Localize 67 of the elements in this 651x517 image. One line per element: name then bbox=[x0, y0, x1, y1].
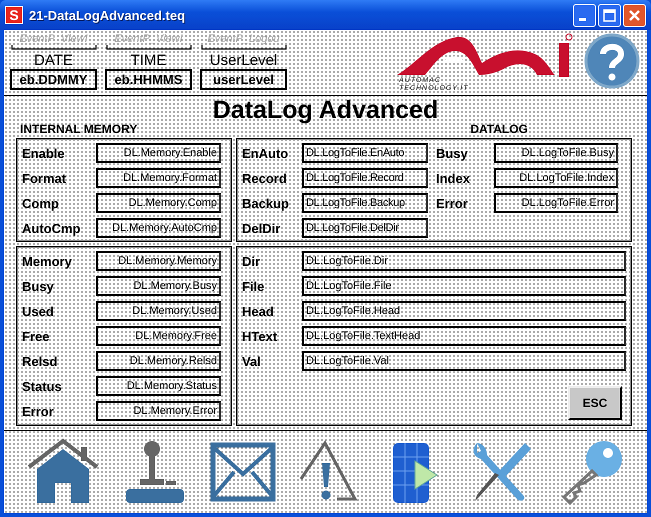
header-value-field[interactable]: eb.HHMMS bbox=[105, 69, 192, 90]
value-field[interactable]: DL.Memory.Relsd bbox=[96, 351, 221, 371]
value-field[interactable]: DL.LogToFile.Backup bbox=[302, 193, 428, 213]
value-field[interactable]: DL.Memory.Busy bbox=[96, 276, 221, 296]
field-label: Record bbox=[242, 170, 288, 186]
value-field[interactable]: DL.LogToFile.Error bbox=[494, 193, 618, 213]
value-field[interactable]: DL.LogToFile.Dir bbox=[302, 251, 626, 271]
header-value-field[interactable]: userLevel bbox=[200, 69, 287, 90]
event-label: EventP_Logou bbox=[207, 33, 280, 45]
value-field[interactable]: DL.LogToFile.File bbox=[302, 276, 626, 296]
value-field[interactable]: DL.LogToFile.DelDir bbox=[302, 218, 428, 238]
field-label: EnAuto bbox=[242, 146, 290, 160]
close-button[interactable] bbox=[623, 4, 646, 26]
value-field[interactable]: DL.LogToFile.TextHead bbox=[302, 326, 626, 346]
app-icon: S bbox=[5, 6, 23, 24]
value-field[interactable]: DL.LogToFile.EnAuto bbox=[302, 143, 428, 163]
event-label: EventP_ViewI bbox=[19, 33, 88, 45]
value-field[interactable]: DL.Memory.Enable bbox=[96, 143, 221, 163]
value-field[interactable]: DL.Memory.Comp bbox=[96, 193, 221, 213]
field-label: Busy bbox=[436, 146, 469, 160]
value-field[interactable]: DL.Memory.Error bbox=[96, 401, 221, 421]
field-label: Enable bbox=[22, 146, 66, 160]
field-label: Format bbox=[22, 170, 68, 186]
section-heading: DATALOG bbox=[470, 122, 528, 138]
field-label: Backup bbox=[242, 196, 290, 210]
value-field[interactable]: DL.Memory.Memory bbox=[96, 251, 221, 271]
header-label: DATE bbox=[34, 52, 73, 69]
page-title: DataLog Advanced bbox=[212, 96, 438, 122]
field-label: Head bbox=[242, 304, 275, 318]
value-field[interactable]: DL.LogToFile.Index bbox=[494, 168, 618, 188]
section-heading: INTERNAL MEMORY bbox=[20, 122, 138, 138]
header-label: UserLevel bbox=[210, 52, 278, 69]
window-title: 21-DataLogAdvanced.teq bbox=[29, 8, 186, 22]
header-value-field[interactable]: eb.DDMMY bbox=[10, 69, 97, 90]
value-field[interactable]: DL.Memory.AutoCmp bbox=[96, 218, 221, 238]
field-label: Error bbox=[22, 404, 55, 418]
value-field[interactable]: DL.LogToFile.Val bbox=[302, 351, 626, 371]
value-field[interactable]: DL.Memory.Used bbox=[96, 301, 221, 321]
field-label: Busy bbox=[22, 278, 55, 294]
field-label: AutoCmp bbox=[22, 220, 82, 236]
field-label: Dir bbox=[242, 254, 262, 268]
field-label: File bbox=[242, 278, 266, 294]
field-label: Val bbox=[242, 354, 262, 368]
field-label: Comp bbox=[22, 196, 60, 210]
value-field[interactable]: DL.LogToFile.Busy bbox=[494, 143, 618, 163]
field-label: Status bbox=[22, 378, 63, 394]
value-field[interactable]: DL.LogToFile.Head bbox=[302, 301, 626, 321]
value-field[interactable]: DL.Memory.Format bbox=[96, 168, 221, 188]
field-label: Index bbox=[436, 170, 471, 186]
minimize-button[interactable] bbox=[573, 4, 596, 26]
envelope-icon[interactable] bbox=[210, 442, 276, 502]
value-field[interactable]: DL.Memory.Status bbox=[96, 376, 221, 396]
field-label: Free bbox=[22, 328, 50, 344]
esc-button[interactable]: ESC bbox=[568, 386, 622, 420]
minimize-icon bbox=[579, 18, 586, 20]
field-label: Error bbox=[436, 196, 469, 210]
field-label: HText bbox=[242, 328, 278, 344]
value-field[interactable]: DL.Memory.Free bbox=[96, 326, 221, 346]
value-field[interactable]: DL.LogToFile.Record bbox=[302, 168, 428, 188]
event-label: EventP_ViewI bbox=[114, 33, 183, 45]
header-label: TIME bbox=[130, 52, 166, 69]
help-icon[interactable] bbox=[584, 33, 640, 89]
field-label: DelDir bbox=[242, 220, 282, 236]
field-label: Memory bbox=[22, 254, 73, 268]
maximize-button[interactable] bbox=[598, 4, 621, 26]
field-label: Relsd bbox=[22, 354, 58, 368]
field-label: Used bbox=[22, 304, 55, 318]
